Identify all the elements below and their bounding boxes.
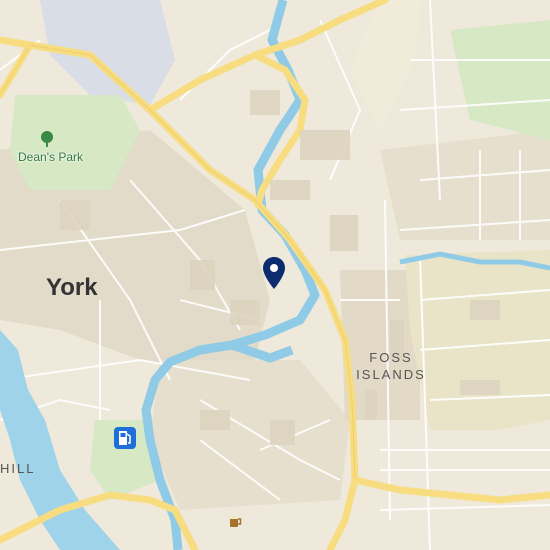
city-label: York xyxy=(46,274,98,301)
partial-area-label: HILL xyxy=(0,461,36,476)
location-pin-icon[interactable] xyxy=(262,256,286,290)
beer-mug-icon[interactable] xyxy=(227,513,243,529)
district-label-line1: FOSS xyxy=(369,350,413,365)
district-label-line2: ISLANDS xyxy=(356,367,426,382)
fuel-pump-icon[interactable] xyxy=(113,426,137,450)
map-canvas[interactable]: York FOSS ISLANDS Dean's Park HILL xyxy=(0,0,550,550)
tree-icon[interactable] xyxy=(40,131,54,147)
park-label: Dean's Park xyxy=(18,150,83,164)
district-label: FOSS ISLANDS xyxy=(350,349,432,383)
